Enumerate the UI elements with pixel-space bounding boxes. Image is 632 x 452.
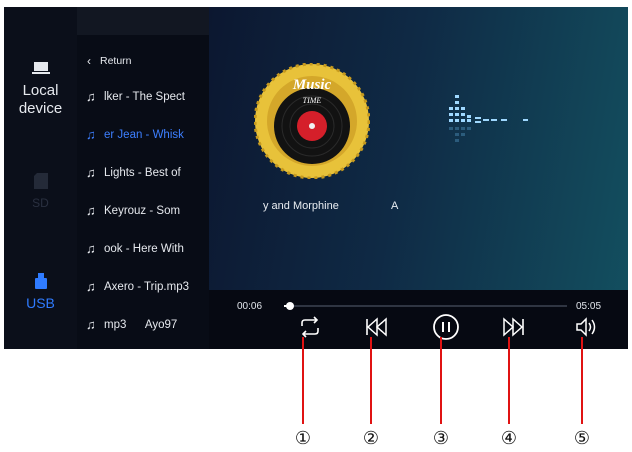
equalizer-visualizer	[449, 95, 528, 142]
usb-icon	[34, 273, 47, 289]
skip-previous-icon	[366, 317, 387, 337]
callout-line-1	[302, 337, 304, 424]
return-button[interactable]: ‹ Return	[77, 51, 209, 71]
music-note-icon: ♫	[86, 279, 96, 294]
callout-number-4: ④	[500, 428, 518, 448]
media-player-screen: Media Local device SD USB ‹ Return ♫lker	[4, 7, 628, 349]
source-sidebar: Local device SD USB	[4, 7, 77, 349]
source-usb[interactable]: USB	[4, 273, 77, 312]
list-item[interactable]: ♫ Lights - Best of	[77, 163, 209, 183]
source-local-label: Local device	[18, 82, 63, 117]
callout-line-2	[370, 337, 372, 424]
list-item-label: Lights - Best of	[104, 167, 181, 179]
previous-button[interactable]	[359, 310, 393, 344]
album-art-title: Music	[292, 77, 332, 93]
list-item[interactable]: ♫ mp3 Ayo97	[77, 315, 209, 335]
source-usb-label: USB	[26, 295, 55, 311]
music-note-icon: ♫	[86, 241, 96, 256]
list-item-label: Axero - Trip.mp3	[104, 281, 189, 293]
pause-button[interactable]	[429, 310, 463, 344]
music-note-icon: ♫	[86, 127, 96, 142]
callout-number-1: ①	[294, 428, 312, 448]
callout-number-5: ⑤	[573, 428, 591, 448]
list-item[interactable]: ♫ Keyrouz - Som	[77, 201, 209, 221]
transport-bar	[209, 290, 628, 349]
repeat-button[interactable]	[293, 310, 327, 344]
list-item-label: ook - Here With	[104, 243, 184, 255]
elapsed-time: 00:06	[237, 301, 263, 312]
player-panel: Music TIME y and Morphine A 00:06 05:05	[209, 7, 628, 349]
progress-track[interactable]	[284, 302, 567, 310]
callout-number-2: ②	[362, 428, 380, 448]
progress-knob[interactable]	[285, 302, 294, 310]
skip-next-icon	[503, 317, 524, 337]
list-item-label: er Jean - Whisk	[104, 129, 184, 141]
source-sd-label: SD	[32, 196, 49, 210]
source-sd[interactable]: SD	[4, 173, 77, 212]
pause-icon	[433, 314, 459, 340]
music-note-icon: ♫	[86, 317, 96, 332]
repeat-icon	[301, 316, 319, 338]
source-local-device[interactable]: Local device	[4, 61, 77, 118]
music-note-icon: ♫	[86, 89, 96, 104]
music-note-icon: ♫	[86, 203, 96, 218]
list-item-label: lker - The Spect	[104, 91, 185, 103]
list-item-label: mp3 Ayo97	[104, 319, 178, 331]
file-list: ‹ Return ♫ lker - The Spect ♫ er Jean - Wh…	[77, 35, 209, 349]
list-item-active[interactable]: ♫ er Jean - Whisk	[77, 125, 209, 145]
volume-icon	[576, 317, 596, 337]
now-playing-title: y and Morphine	[263, 200, 339, 212]
now-playing-artist: A	[391, 200, 399, 212]
music-note-icon: ♫	[86, 165, 96, 180]
volume-button[interactable]	[570, 310, 604, 344]
sd-card-icon	[33, 173, 48, 189]
callout-number-3: ③	[432, 428, 450, 448]
return-label: Return	[100, 55, 132, 67]
album-art-subtitle: TIME	[303, 96, 322, 105]
local-device-icon	[31, 62, 50, 74]
list-item-label: Keyrouz - Som	[104, 205, 181, 217]
album-art: Music TIME	[254, 63, 370, 179]
list-item[interactable]: ♫ lker - The Spect	[77, 87, 209, 107]
chevron-left-icon: ‹	[87, 54, 91, 68]
callout-line-4	[508, 337, 510, 424]
list-item[interactable]: ♫ ook - Here With	[77, 239, 209, 259]
list-item[interactable]: ♫ Axero - Trip.mp3	[77, 277, 209, 297]
callout-line-3	[440, 337, 442, 424]
next-button[interactable]	[497, 310, 531, 344]
callout-line-5	[581, 337, 583, 424]
